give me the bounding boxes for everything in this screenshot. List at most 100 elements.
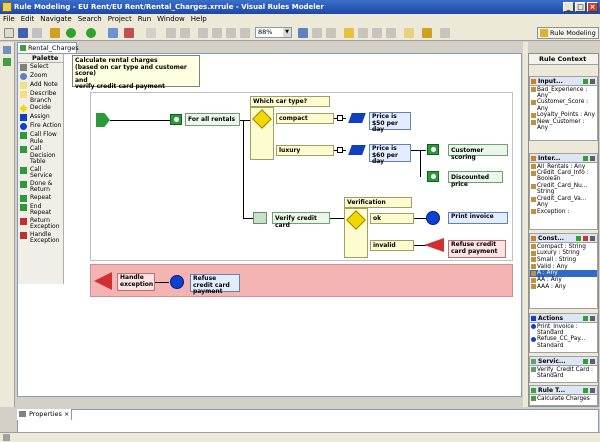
minimize-button[interactable]: _	[563, 2, 574, 12]
dialog-icon[interactable]	[372, 28, 382, 38]
menu-icon[interactable]	[590, 388, 595, 393]
palette-item-return-exception[interactable]: Return Exception	[18, 217, 63, 231]
note-icon[interactable]	[404, 28, 414, 38]
list-item[interactable]: Loyalty_Points : Any	[530, 112, 597, 119]
add-icon[interactable]	[576, 236, 581, 241]
list-item[interactable]: Exception :	[530, 208, 597, 215]
refuse-payment-node[interactable]: Refuse credit card payment	[448, 240, 506, 258]
navigator-icon[interactable]	[3, 58, 11, 66]
section-header[interactable]: Const...	[530, 234, 597, 243]
list-item[interactable]: New_Customer : Any	[530, 119, 597, 132]
palette-item-describe-branch[interactable]: Describe Branch	[18, 90, 63, 104]
add-icon[interactable]	[583, 79, 588, 84]
chevron-down-icon[interactable]: ▼	[283, 28, 291, 37]
list-item[interactable]: AAA : Any	[530, 283, 597, 290]
section-header[interactable]: Rule T...	[530, 386, 597, 395]
distribute-icon[interactable]	[326, 28, 336, 38]
menu-project[interactable]: Project	[105, 14, 135, 25]
palette-item-decide[interactable]: Decide	[18, 104, 63, 113]
assign-table-icon[interactable]	[427, 171, 439, 182]
branch-invalid[interactable]: invalid	[370, 240, 414, 251]
fast-view-icon[interactable]	[3, 434, 10, 441]
palette-item-select[interactable]: Select	[18, 63, 63, 72]
list-item[interactable]: Calculate Charges	[530, 395, 597, 402]
section-header[interactable]: Input...	[530, 77, 597, 86]
list-item[interactable]: Refuse_CC_Pay... Standard	[530, 336, 597, 349]
zoom-select[interactable]: 88% ▼	[255, 27, 292, 38]
list-item[interactable]: AA : Any	[530, 277, 597, 284]
decision-table-icon[interactable]	[427, 144, 439, 155]
palette-item-zoom[interactable]: Zoom	[18, 72, 63, 81]
list-item[interactable]: Luxury : String	[530, 250, 597, 257]
discounted-price-node[interactable]: Discounted price	[448, 171, 503, 188]
save-icon[interactable]	[18, 28, 28, 38]
close-button[interactable]: ×	[587, 2, 598, 12]
window-icon[interactable]	[358, 28, 368, 38]
maximize-button[interactable]: □	[575, 2, 586, 12]
properties-tab[interactable]: Properties ×	[17, 409, 72, 420]
service-icon[interactable]	[253, 212, 267, 224]
delete-icon[interactable]	[240, 28, 250, 38]
verification-label[interactable]: Verification	[344, 197, 412, 208]
handle-exception-node[interactable]: Handle exception	[117, 273, 155, 291]
menu-icon[interactable]	[590, 236, 595, 241]
back-icon[interactable]	[422, 28, 432, 38]
redo-icon[interactable]	[180, 28, 190, 38]
list-item[interactable]: Bad_Experience : Any	[530, 86, 597, 99]
customer-scoring-node[interactable]: Customer scoring	[448, 144, 508, 161]
menu-search[interactable]: Search	[75, 14, 105, 25]
print-invoice-node[interactable]: Print invoice	[448, 212, 508, 224]
which-car-type-label[interactable]: Which car type?	[250, 96, 330, 107]
palette-item-call-service[interactable]: Call Service	[18, 166, 63, 180]
palette-item-done-return[interactable]: Done & Return	[18, 180, 63, 194]
menu-icon[interactable]	[590, 316, 595, 321]
palette-item-add-note[interactable]: Add Note	[18, 81, 63, 90]
list-item[interactable]: Credit_Card_Info : Boolean	[530, 170, 597, 183]
list-item[interactable]: All_Rentals : Any	[530, 163, 597, 170]
forward-icon[interactable]	[440, 28, 450, 38]
new-icon[interactable]	[4, 28, 14, 38]
edit-icon[interactable]	[146, 28, 156, 38]
list-item[interactable]: Customer_Score : Any	[530, 99, 597, 112]
menu-navigate[interactable]: Navigate	[37, 14, 74, 25]
undo-icon[interactable]	[166, 28, 176, 38]
screen-icon[interactable]	[386, 28, 396, 38]
test-icon[interactable]	[124, 28, 134, 38]
rule-description-note[interactable]: Calculate rental charges (based on car t…	[72, 55, 200, 90]
add-icon[interactable]	[583, 388, 588, 393]
menu-help[interactable]: Help	[188, 14, 210, 25]
price-luxury-node[interactable]: Price is $60 per day	[369, 144, 411, 165]
menu-edit[interactable]: Edit	[18, 14, 38, 25]
delete-icon[interactable]	[583, 236, 588, 241]
run-icon[interactable]	[66, 28, 76, 38]
branch-luxury[interactable]: luxury	[276, 145, 334, 156]
copy-icon[interactable]	[212, 28, 222, 38]
menu-icon[interactable]	[590, 79, 595, 84]
list-item[interactable]: Credit_Card_Va... Any	[530, 196, 597, 209]
branch-compact[interactable]: compact	[276, 113, 334, 124]
add-icon[interactable]	[583, 316, 588, 321]
for-all-rentals-node[interactable]: For all rentals	[185, 113, 240, 126]
section-header[interactable]: Inter...	[530, 154, 597, 163]
price-compact-node[interactable]: Price is $50 per day	[369, 112, 411, 133]
repeat-icon[interactable]	[170, 114, 182, 125]
palette-item-end-repeat[interactable]: End Repeat	[18, 203, 63, 217]
align-icon[interactable]	[312, 28, 322, 38]
menu-file[interactable]: File	[0, 14, 18, 25]
list-item-selected[interactable]: A : Any	[530, 269, 597, 277]
fire-action-icon[interactable]	[170, 275, 184, 289]
branch-ok[interactable]: ok	[370, 213, 414, 224]
add-icon[interactable]	[583, 156, 588, 161]
palette-item-repeat[interactable]: Repeat	[18, 194, 63, 203]
list-item[interactable]: Compact : String	[530, 243, 597, 250]
fire-action-icon[interactable]	[426, 211, 440, 225]
list-item[interactable]: Valid : Any	[530, 263, 597, 270]
editor-tab[interactable]: Rental_Charges ×	[17, 42, 79, 62]
list-item[interactable]: Small : String	[530, 256, 597, 263]
print-icon[interactable]	[32, 28, 42, 38]
palette-item-call-flow-rule[interactable]: Call Flow Rule	[18, 131, 63, 145]
open-type-icon[interactable]	[108, 28, 118, 38]
menu-run[interactable]: Run	[135, 14, 154, 25]
debug-icon[interactable]	[86, 28, 96, 38]
cut-icon[interactable]	[198, 28, 208, 38]
